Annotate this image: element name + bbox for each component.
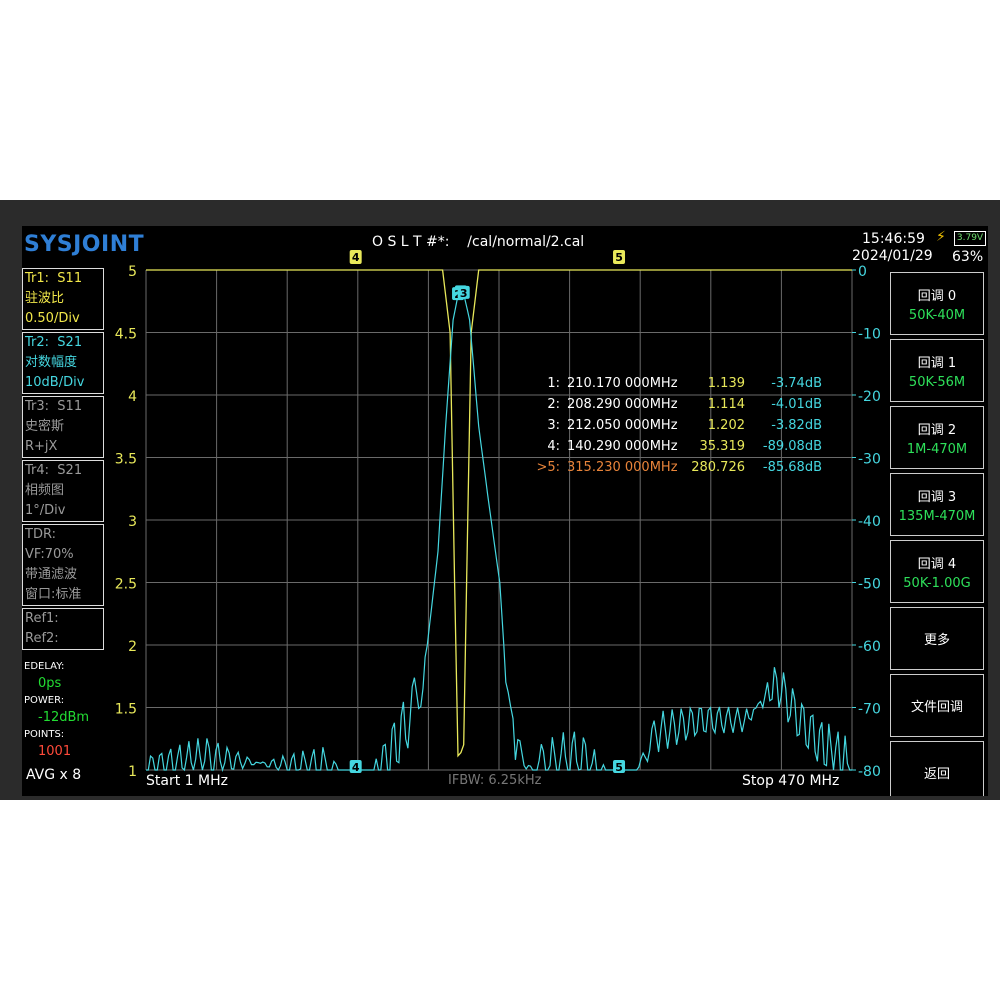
- softkey-panel: 回调 0 50K-40M 回调 1 50K-56M 回调 2 1M-470M 回调 3…: [890, 272, 988, 796]
- stop-frequency: Stop 470 MHz: [742, 773, 840, 789]
- right-axis-tick-label: -50: [858, 577, 881, 593]
- left-axis-tick-label: 3: [128, 514, 137, 530]
- softkey-title: 文件回调: [910, 700, 963, 715]
- marker-swr: 1.202: [707, 418, 745, 433]
- marker-5-flag-label: 5: [615, 761, 623, 774]
- softkey-range: 50K-1.00G: [903, 575, 971, 591]
- softkey-range: 135M-470M: [898, 508, 976, 524]
- marker-5-top-flag-label: 5: [615, 251, 623, 264]
- right-axis-tick-label: -20: [858, 389, 881, 405]
- left-axis-tick-label: 4: [128, 389, 137, 405]
- start-frequency: Start 1 MHz: [146, 773, 228, 789]
- left-axis-tick-label: 2: [128, 639, 137, 655]
- battery-percent: 63%: [952, 249, 984, 265]
- left-axis-tick-label: 3.5: [115, 452, 137, 468]
- marker-db: -85.68dB: [762, 460, 822, 475]
- marker-id: 2:: [547, 397, 560, 412]
- marker-db: -89.08dB: [762, 439, 822, 454]
- marker-id: 1:: [547, 376, 560, 391]
- marker-4-top-flag-label: 4: [352, 251, 360, 264]
- sweep-plot[interactable]: 5 4.5 4 3.5 3 2.5 2 1.5 1 0 -10 -20 -30 -40 -50 -60 -70 -…: [22, 226, 890, 796]
- battery-icon: 3.79V: [954, 231, 986, 246]
- marker-swr: 1.114: [707, 397, 745, 412]
- left-axis-tick-label: 4.5: [115, 327, 137, 343]
- marker-db: -3.74dB: [771, 376, 822, 391]
- marker-freq: 140.290 000MHz: [567, 439, 678, 454]
- softkey-title: 回调 2: [917, 422, 957, 438]
- recall-2-button[interactable]: 回调 2 1M-470M: [890, 406, 984, 469]
- vna-screen: SYSJOINT O S L T #*: /cal/normal/2.cal 1…: [22, 226, 988, 796]
- right-axis-tick-label: -60: [858, 639, 881, 655]
- softkey-range: 50K-40M: [908, 307, 966, 323]
- softkey-title: 更多: [923, 633, 950, 648]
- left-axis-tick-label: 5: [128, 264, 137, 280]
- charging-icon: ⚡: [936, 229, 946, 245]
- recall-4-button[interactable]: 回调 4 50K-1.00G: [890, 540, 984, 603]
- more-button[interactable]: 更多: [890, 607, 984, 670]
- marker-swr: 35.319: [699, 439, 746, 454]
- right-axis-tick-label: -10: [858, 327, 881, 343]
- left-axis-tick-label: 2.5: [115, 577, 137, 593]
- marker-id: 4:: [547, 439, 560, 454]
- back-button[interactable]: 返回: [890, 741, 984, 796]
- marker-swr: 1.139: [707, 376, 745, 391]
- marker-id: >5:: [536, 460, 560, 475]
- marker-3-flag-label: 3: [460, 287, 468, 300]
- marker-db: -4.01dB: [771, 397, 822, 412]
- right-axis-tick-label: -30: [858, 452, 881, 468]
- softkey-title: 返回: [923, 767, 950, 782]
- marker-db: -3.82dB: [771, 418, 822, 433]
- softkey-range: 1M-470M: [906, 441, 968, 457]
- ifbw-label: IFBW: 6.25kHz: [448, 773, 542, 788]
- marker-id: 3:: [547, 418, 560, 433]
- marker-swr: 280.726: [691, 460, 745, 475]
- recall-0-button[interactable]: 回调 0 50K-40M: [890, 272, 984, 335]
- marker-freq: 210.170 000MHz: [567, 376, 678, 391]
- marker-freq: 208.290 000MHz: [567, 397, 678, 412]
- softkey-title: 回调 4: [917, 556, 957, 572]
- recall-3-button[interactable]: 回调 3 135M-470M: [890, 473, 984, 536]
- right-axis-tick-label: 0: [858, 264, 867, 280]
- softkey-title: 回调 1: [917, 355, 957, 371]
- right-axis-tick-label: -80: [858, 764, 881, 780]
- left-axis-tick-label: 1: [128, 764, 137, 780]
- softkey-title: 回调 3: [917, 489, 957, 505]
- marker-freq: 315.230 000MHz: [567, 460, 678, 475]
- right-axis-tick-label: -70: [858, 702, 881, 718]
- left-axis-tick-label: 1.5: [115, 702, 137, 718]
- marker-freq: 212.050 000MHz: [567, 418, 678, 433]
- softkey-title: 回调 0: [917, 288, 957, 304]
- marker-4-flag-label: 4: [352, 761, 360, 774]
- softkey-range: 50K-56M: [908, 374, 966, 390]
- recall-1-button[interactable]: 回调 1 50K-56M: [890, 339, 984, 402]
- file-recall-button[interactable]: 文件回调: [890, 674, 984, 737]
- right-axis-tick-label: -40: [858, 514, 881, 530]
